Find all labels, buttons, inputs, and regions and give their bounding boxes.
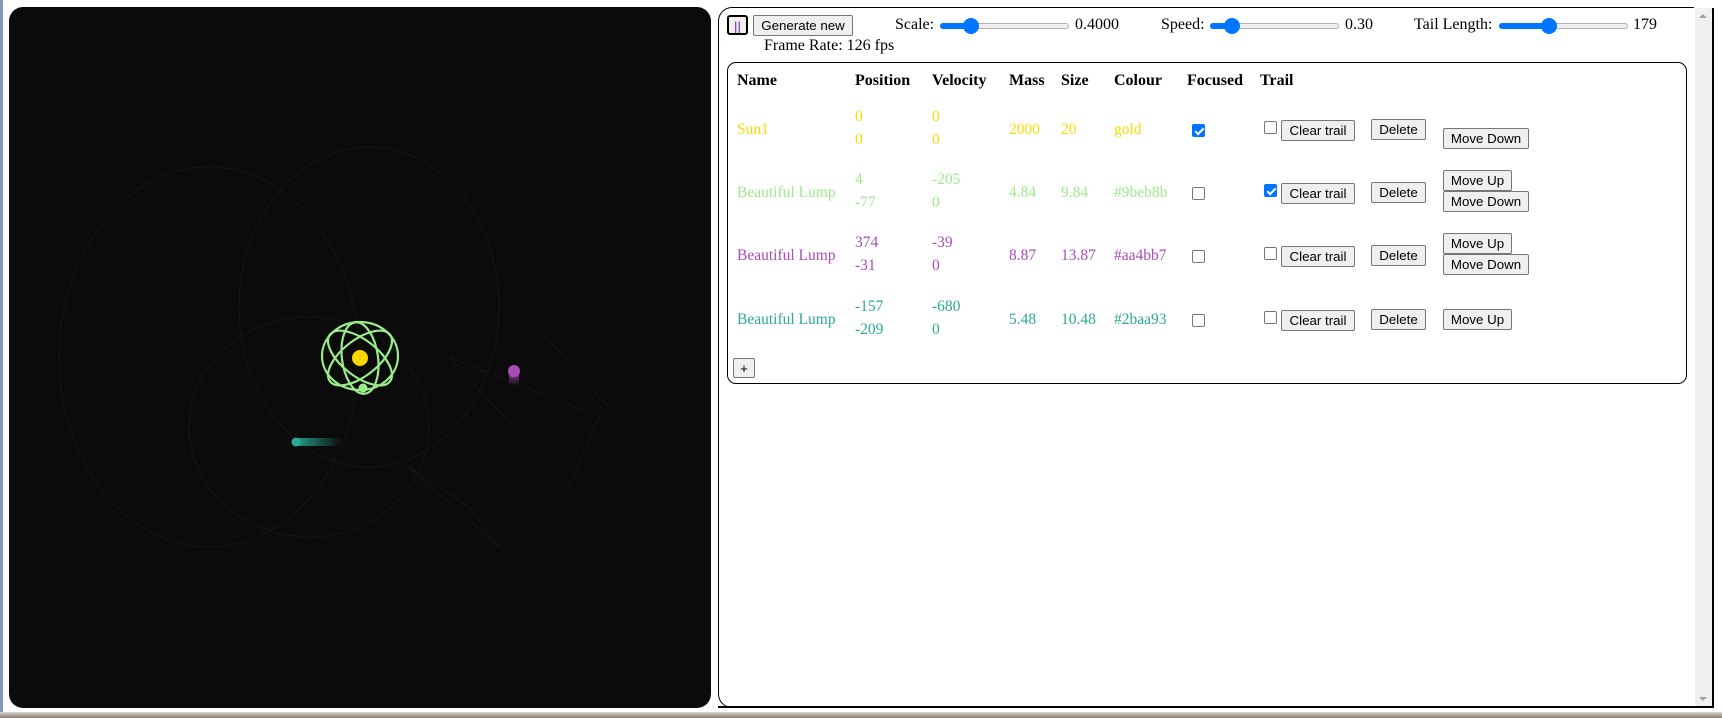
- move-up-button[interactable]: Move Up: [1443, 309, 1512, 330]
- simulation-svg: [58, 146, 610, 548]
- body-purple-lump[interactable]: [508, 365, 520, 377]
- position-y: -77: [855, 194, 876, 211]
- body-teal-lump[interactable]: [291, 437, 301, 447]
- body-name: Beautiful Lump: [737, 311, 836, 328]
- simulation-canvas[interactable]: [9, 7, 711, 708]
- body-name: Beautiful Lump: [737, 184, 836, 201]
- delete-button[interactable]: Delete: [1371, 182, 1426, 203]
- size-value: 9.84: [1061, 184, 1089, 201]
- move-down-button[interactable]: Move Down: [1443, 254, 1529, 275]
- move-up-button[interactable]: Move Up: [1443, 170, 1512, 191]
- scroll-up-icon[interactable]: [1699, 14, 1707, 18]
- velocity-x: -39: [932, 234, 953, 251]
- velocity-y: 0: [932, 194, 940, 211]
- velocity-y: 0: [932, 321, 940, 338]
- position-y: -209: [855, 321, 884, 338]
- position-x: -157: [855, 298, 884, 315]
- body-green-lump[interactable]: [358, 383, 368, 393]
- colour-value: #9beb8b: [1114, 184, 1168, 201]
- move-down-button[interactable]: Move Down: [1443, 128, 1529, 149]
- focused-checkbox[interactable]: [1192, 250, 1205, 263]
- body-sun1[interactable]: [352, 350, 368, 366]
- header-velocity: Velocity: [932, 72, 987, 89]
- delete-button[interactable]: Delete: [1371, 245, 1426, 266]
- panel-border-bottom: [718, 706, 1714, 708]
- focused-checkbox[interactable]: [1192, 314, 1205, 327]
- position-x: 4: [855, 171, 863, 188]
- mass-value: 8.87: [1009, 247, 1037, 264]
- vertical-scrollbar[interactable]: [1695, 8, 1712, 707]
- position-y: 0: [855, 131, 863, 148]
- velocity-x: -205: [932, 171, 961, 188]
- header-focused: Focused: [1187, 72, 1243, 89]
- colour-value: #aa4bb7: [1114, 247, 1167, 264]
- trail-checkbox[interactable]: [1264, 121, 1277, 134]
- header-trail: Trail: [1260, 72, 1294, 89]
- header-colour: Colour: [1114, 72, 1162, 89]
- tail-length-slider[interactable]: [1499, 18, 1628, 34]
- position-y: -31: [855, 257, 876, 274]
- speed-slider-thumb[interactable]: [1223, 18, 1240, 34]
- delete-button[interactable]: Delete: [1371, 309, 1426, 330]
- tail-length-label: Tail Length:: [1414, 16, 1493, 33]
- faint-trail-traces: [58, 146, 610, 548]
- pause-button[interactable]: ||: [727, 15, 748, 35]
- panel-border: [1712, 8, 1714, 708]
- clear-trail-button[interactable]: Clear trail: [1281, 246, 1355, 267]
- window-edge-bottom: [0, 712, 1722, 718]
- velocity-x: -680: [932, 298, 961, 315]
- mass-value: 4.84: [1009, 184, 1037, 201]
- speed-value: 0.30: [1345, 16, 1373, 33]
- scale-slider[interactable]: [940, 18, 1069, 34]
- mass-value: 2000: [1009, 121, 1040, 138]
- velocity-y: 0: [932, 257, 940, 274]
- body-name: Sun1: [737, 121, 769, 138]
- velocity-x: 0: [932, 108, 940, 125]
- trail-checkbox[interactable]: [1264, 247, 1277, 260]
- position-x: 374: [855, 234, 879, 251]
- move-down-button[interactable]: Move Down: [1443, 191, 1529, 212]
- tail-length-slider-thumb[interactable]: [1540, 18, 1557, 34]
- window-edge: [0, 0, 3, 718]
- speed-slider[interactable]: [1210, 18, 1339, 34]
- focused-checkbox[interactable]: [1192, 124, 1205, 137]
- clear-trail-button[interactable]: Clear trail: [1281, 183, 1355, 204]
- header-size: Size: [1061, 72, 1089, 89]
- move-up-button[interactable]: Move Up: [1443, 233, 1512, 254]
- header-name: Name: [737, 72, 777, 89]
- scale-slider-thumb[interactable]: [962, 18, 979, 34]
- velocity-y: 0: [932, 131, 940, 148]
- size-value: 20: [1061, 121, 1077, 138]
- trail-checkbox[interactable]: [1264, 311, 1277, 324]
- body-name: Beautiful Lump: [737, 247, 836, 264]
- scale-value: 0.4000: [1075, 16, 1119, 33]
- colour-value: gold: [1114, 121, 1142, 138]
- size-value: 10.48: [1061, 311, 1096, 328]
- size-value: 13.87: [1061, 247, 1096, 264]
- tail-length-value: 179: [1633, 16, 1657, 33]
- mass-value: 5.48: [1009, 311, 1037, 328]
- focused-checkbox[interactable]: [1192, 187, 1205, 200]
- scale-label: Scale:: [895, 16, 935, 33]
- generate-new-button[interactable]: Generate new: [753, 15, 853, 36]
- scroll-down-icon[interactable]: [1699, 697, 1707, 701]
- speed-label: Speed:: [1161, 16, 1205, 33]
- clear-trail-button[interactable]: Clear trail: [1281, 310, 1355, 331]
- trail-checkbox[interactable]: [1264, 184, 1277, 197]
- frame-rate-readout: Frame Rate: 126 fps: [764, 37, 895, 54]
- colour-value: #2baa93: [1114, 311, 1167, 328]
- delete-button[interactable]: Delete: [1371, 119, 1426, 140]
- header-position: Position: [855, 72, 911, 89]
- position-x: 0: [855, 108, 863, 125]
- clear-trail-button[interactable]: Clear trail: [1281, 120, 1355, 141]
- header-mass: Mass: [1009, 72, 1045, 89]
- add-body-button[interactable]: +: [733, 358, 755, 378]
